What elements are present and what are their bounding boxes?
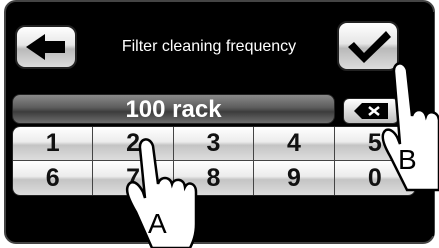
callout-label-b: B [398,144,417,175]
callout-label-a: A [148,208,167,239]
hand-overlay [125,62,439,248]
